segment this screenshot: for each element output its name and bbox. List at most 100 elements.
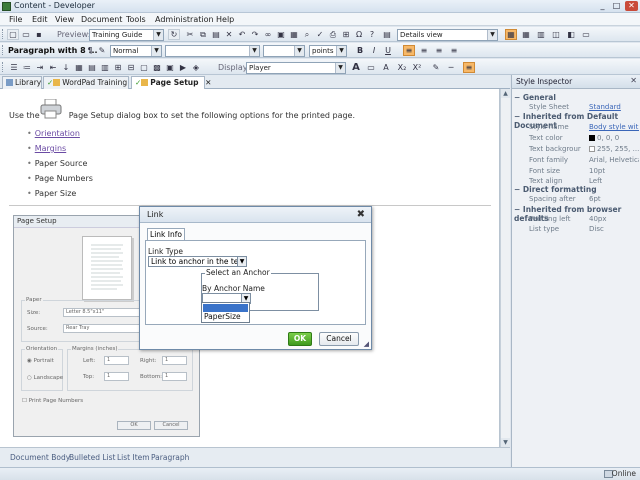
tab-library[interactable]: Library <box>2 76 42 89</box>
media-icon[interactable]: ▶ <box>177 62 189 73</box>
indent-icon[interactable]: ⇥ <box>34 62 46 73</box>
underline-button[interactable]: U <box>382 45 394 56</box>
menu-help[interactable]: Help <box>216 15 234 24</box>
object-icon[interactable]: ◈ <box>190 62 202 73</box>
numbered-list-icon[interactable]: ≔ <box>21 62 33 73</box>
ok-button[interactable]: OK <box>288 332 312 346</box>
merge-icon[interactable]: ⊞ <box>112 62 124 73</box>
italic-button[interactable]: I <box>368 45 380 56</box>
image-insert-icon[interactable]: ▣ <box>164 62 176 73</box>
margins-link[interactable]: Margins <box>35 144 67 153</box>
code-icon[interactable]: ◧ <box>565 29 577 40</box>
move-down-icon[interactable]: ↓ <box>60 62 72 73</box>
tab-page-setup[interactable]: ✓ Page Setup ✕ <box>131 76 211 90</box>
refresh-icon[interactable]: ↻ <box>168 29 180 40</box>
font-size-input[interactable]: ▼ <box>263 45 305 57</box>
vertical-scrollbar[interactable]: ▲ ▼ <box>500 89 510 447</box>
list-icon[interactable]: ☰ <box>8 62 20 73</box>
delete-icon[interactable]: ✕ <box>223 29 235 40</box>
close-tab-icon[interactable]: ✕ <box>205 78 211 87</box>
symbol-icon[interactable]: Ω <box>353 29 365 40</box>
section-general[interactable]: − General <box>514 93 556 102</box>
image-icon[interactable]: ▣ <box>275 29 287 40</box>
subscript-button[interactable]: X₂ <box>396 62 408 73</box>
anchor-option-papersize[interactable]: PaperSize <box>204 312 241 321</box>
close-icon[interactable]: ✖ <box>357 209 365 220</box>
outdent-icon[interactable]: ⇤ <box>47 62 59 73</box>
style-sheet-link[interactable]: Standard <box>589 103 639 111</box>
grid-icon[interactable]: ▦ <box>520 29 532 40</box>
block-icon[interactable]: ≡ <box>463 62 475 73</box>
menu-view[interactable]: View <box>55 15 74 24</box>
close-icon[interactable]: ✕ <box>630 76 637 85</box>
align-justify-icon[interactable]: ≡ <box>448 45 460 56</box>
tab-wordpad-training[interactable]: ✓ WordPad Training <box>43 76 129 89</box>
superscript-button[interactable]: X² <box>411 62 423 73</box>
menu-document[interactable]: Document <box>81 15 122 24</box>
toolbar-grip[interactable] <box>2 45 5 55</box>
new-icon[interactable]: ▢ <box>7 29 19 40</box>
maximize-button[interactable]: □ <box>610 1 623 11</box>
link-type-select[interactable]: Link to anchor in the text ▼ <box>148 256 247 267</box>
menu-edit[interactable]: Edit <box>32 15 48 24</box>
table-icon[interactable]: ▦ <box>288 29 300 40</box>
style-name-link[interactable]: Body style with 8... <box>589 123 639 131</box>
shading-icon[interactable]: ▩ <box>151 62 163 73</box>
close-window-button[interactable]: ✕ <box>625 1 638 11</box>
bold-button[interactable]: B <box>354 45 366 56</box>
size-unit-select[interactable]: points ▼ <box>309 45 347 57</box>
preview-select[interactable]: Training Guide ▼ <box>89 29 164 41</box>
view-select[interactable]: Details view ▼ <box>397 29 498 41</box>
split-icon[interactable]: ◫ <box>550 29 562 40</box>
align-right-icon[interactable]: ≡ <box>433 45 445 56</box>
save-icon[interactable]: ▪ <box>33 29 45 40</box>
font-family-select[interactable]: ▼ <box>165 45 260 57</box>
breadcrumb-document-body[interactable]: Document Body <box>10 453 70 462</box>
font-size-up-button[interactable]: A <box>350 62 362 73</box>
column-icon[interactable]: ▥ <box>99 62 111 73</box>
copy-icon[interactable]: ⧉ <box>197 29 209 40</box>
scroll-down-icon[interactable]: ▼ <box>501 438 510 447</box>
highlight-icon[interactable]: ▭ <box>365 62 377 73</box>
view-icon[interactable]: ▤ <box>381 29 393 40</box>
print-icon[interactable]: ⎙ <box>327 29 339 40</box>
toolbar-grip[interactable] <box>2 29 5 39</box>
breadcrumb-paragraph[interactable]: Paragraph <box>151 453 189 462</box>
line-icon[interactable]: ─ <box>445 62 457 73</box>
text-color-icon[interactable]: A <box>380 62 392 73</box>
display-select[interactable]: Player ▼ <box>246 62 346 74</box>
table-insert-icon[interactable]: ▦ <box>73 62 85 73</box>
window-icon[interactable]: ▭ <box>580 29 592 40</box>
insert-icon[interactable]: ⊞ <box>340 29 352 40</box>
style-icon[interactable]: ¶ <box>84 45 96 56</box>
menu-file[interactable]: File <box>9 15 22 24</box>
align-left-icon[interactable]: ≡ <box>403 45 415 56</box>
paragraph-style-select[interactable]: Normal ▼ <box>110 45 162 57</box>
menu-tools[interactable]: Tools <box>126 15 146 24</box>
orientation-link[interactable]: Orientation <box>35 129 80 138</box>
link-icon[interactable]: ∞ <box>262 29 274 40</box>
resize-grip-icon[interactable]: ◢ <box>364 340 369 348</box>
folder-icon[interactable]: ▭ <box>20 29 32 40</box>
cut-icon[interactable]: ✂ <box>184 29 196 40</box>
toolbar-grip[interactable] <box>2 62 5 72</box>
link-dialog-titlebar[interactable]: Link ✖ <box>140 207 371 223</box>
redo-icon[interactable]: ↷ <box>249 29 261 40</box>
minimize-button[interactable]: _ <box>596 1 609 11</box>
scroll-up-icon[interactable]: ▲ <box>501 89 510 98</box>
paste-icon[interactable]: ▤ <box>210 29 222 40</box>
section-direct-formatting[interactable]: − Direct formatting <box>514 185 597 194</box>
help-icon[interactable]: ? <box>366 29 378 40</box>
spell-icon[interactable]: ✓ <box>314 29 326 40</box>
anchor-option-blank[interactable] <box>203 304 248 312</box>
layout-icon[interactable]: ▦ <box>505 29 517 40</box>
row-icon[interactable]: ▤ <box>86 62 98 73</box>
breadcrumb-list-item[interactable]: List Item <box>117 453 150 462</box>
breadcrumb-bulleted-list[interactable]: Bulleted List <box>69 453 116 462</box>
cancel-button[interactable]: Cancel <box>319 332 359 346</box>
pencil-icon[interactable]: ✎ <box>430 62 442 73</box>
border-icon[interactable]: ▢ <box>138 62 150 73</box>
split-cell-icon[interactable]: ⊟ <box>125 62 137 73</box>
menu-administration[interactable]: Administration <box>155 15 214 24</box>
clear-style-icon[interactable]: ✎ <box>96 45 108 56</box>
